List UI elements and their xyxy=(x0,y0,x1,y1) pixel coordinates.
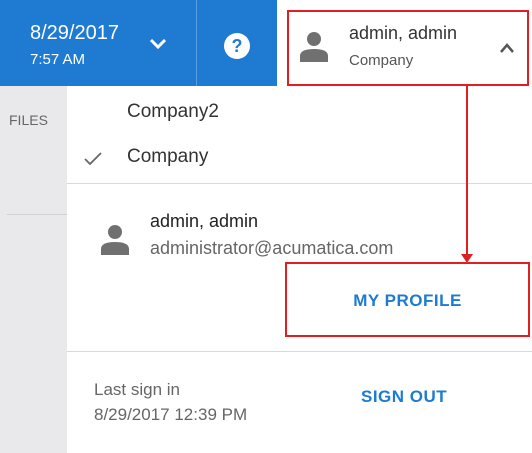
company-option-company2[interactable]: Company2 xyxy=(67,92,532,132)
chevron-up-icon xyxy=(500,43,514,53)
user-menu-button[interactable]: admin, admin Company xyxy=(289,10,529,86)
left-side-panel xyxy=(0,86,67,453)
help-button[interactable]: ? xyxy=(197,0,277,86)
profile-name: admin, admin xyxy=(150,211,259,231)
top-bar: 8/29/2017 7:57 AM ? admin, admin Company xyxy=(0,0,532,86)
menu-divider xyxy=(67,351,532,352)
last-sign-in-label: Last sign in xyxy=(94,380,180,399)
last-sign-in-date: 8/29/2017 12:39 PM xyxy=(94,405,248,424)
my-profile-button[interactable]: MY PROFILE xyxy=(285,263,530,338)
datetime-selector[interactable]: 8/29/2017 7:57 AM xyxy=(0,0,196,86)
menu-divider xyxy=(67,183,532,184)
company-option-label: Company xyxy=(127,146,209,167)
current-company: Company xyxy=(349,52,414,69)
sign-out-button[interactable]: SIGN OUT xyxy=(361,387,447,407)
checkmark-icon xyxy=(84,152,102,166)
profile-avatar-icon xyxy=(101,225,129,255)
chevron-down-icon xyxy=(149,38,167,50)
annotation-arrow-line xyxy=(466,86,468,258)
user-dropdown-menu: Company2 Company admin, admin administra… xyxy=(67,86,532,453)
annotation-arrow-head xyxy=(461,254,473,263)
user-avatar-icon xyxy=(300,32,328,62)
company-option-label: Company2 xyxy=(127,101,219,122)
current-date: 8/29/2017 xyxy=(30,22,119,44)
current-time: 7:57 AM xyxy=(30,51,86,68)
user-name: admin, admin xyxy=(349,23,458,43)
company-option-company[interactable]: Company xyxy=(67,137,532,177)
left-panel-divider xyxy=(7,214,67,215)
profile-email: administrator@acumatica.com xyxy=(150,238,394,258)
question-icon: ? xyxy=(224,33,250,59)
files-label: FILES xyxy=(9,112,48,128)
